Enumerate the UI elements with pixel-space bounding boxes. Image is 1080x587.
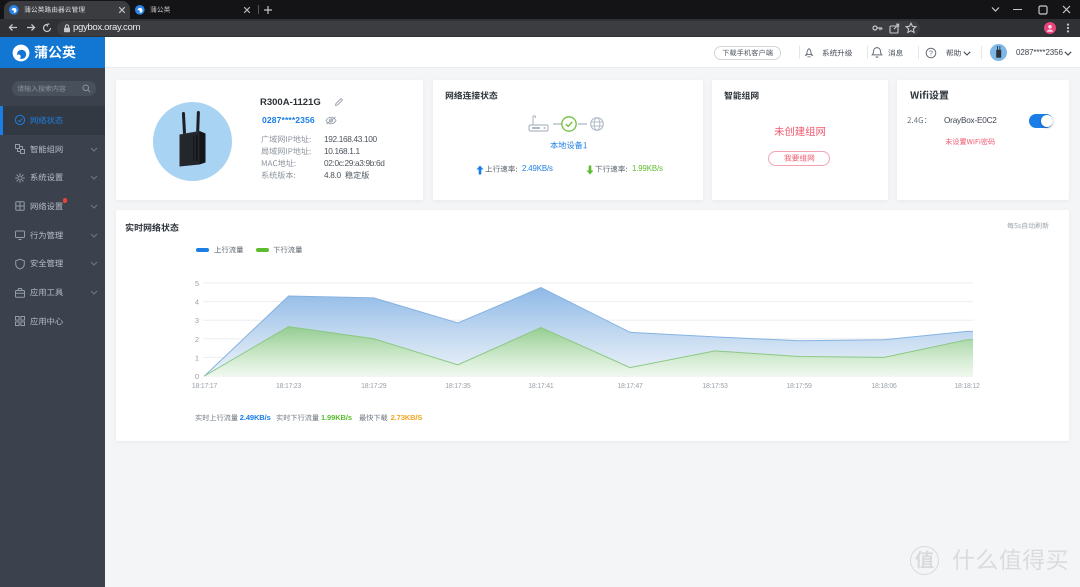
svg-text:1: 1	[195, 353, 199, 362]
svg-text:5: 5	[195, 279, 199, 288]
svg-text:18:17:47: 18:17:47	[617, 383, 643, 390]
svg-text:?: ?	[929, 50, 933, 57]
svg-text:18:17:59: 18:17:59	[786, 383, 812, 390]
svg-text:3: 3	[195, 316, 199, 325]
svg-text:0: 0	[195, 372, 199, 381]
svg-text:18:17:23: 18:17:23	[276, 383, 302, 390]
svg-text:18:18:12: 18:18:12	[954, 383, 980, 390]
svg-text:2: 2	[195, 335, 199, 344]
svg-text:18:17:29: 18:17:29	[361, 383, 387, 390]
svg-text:18:17:53: 18:17:53	[702, 383, 728, 390]
svg-text:18:17:17: 18:17:17	[192, 383, 218, 390]
svg-text:18:18:06: 18:18:06	[871, 383, 897, 390]
svg-text:18:17:35: 18:17:35	[445, 383, 471, 390]
svg-text:18:17:41: 18:17:41	[528, 383, 554, 390]
svg-text:4: 4	[195, 298, 199, 307]
